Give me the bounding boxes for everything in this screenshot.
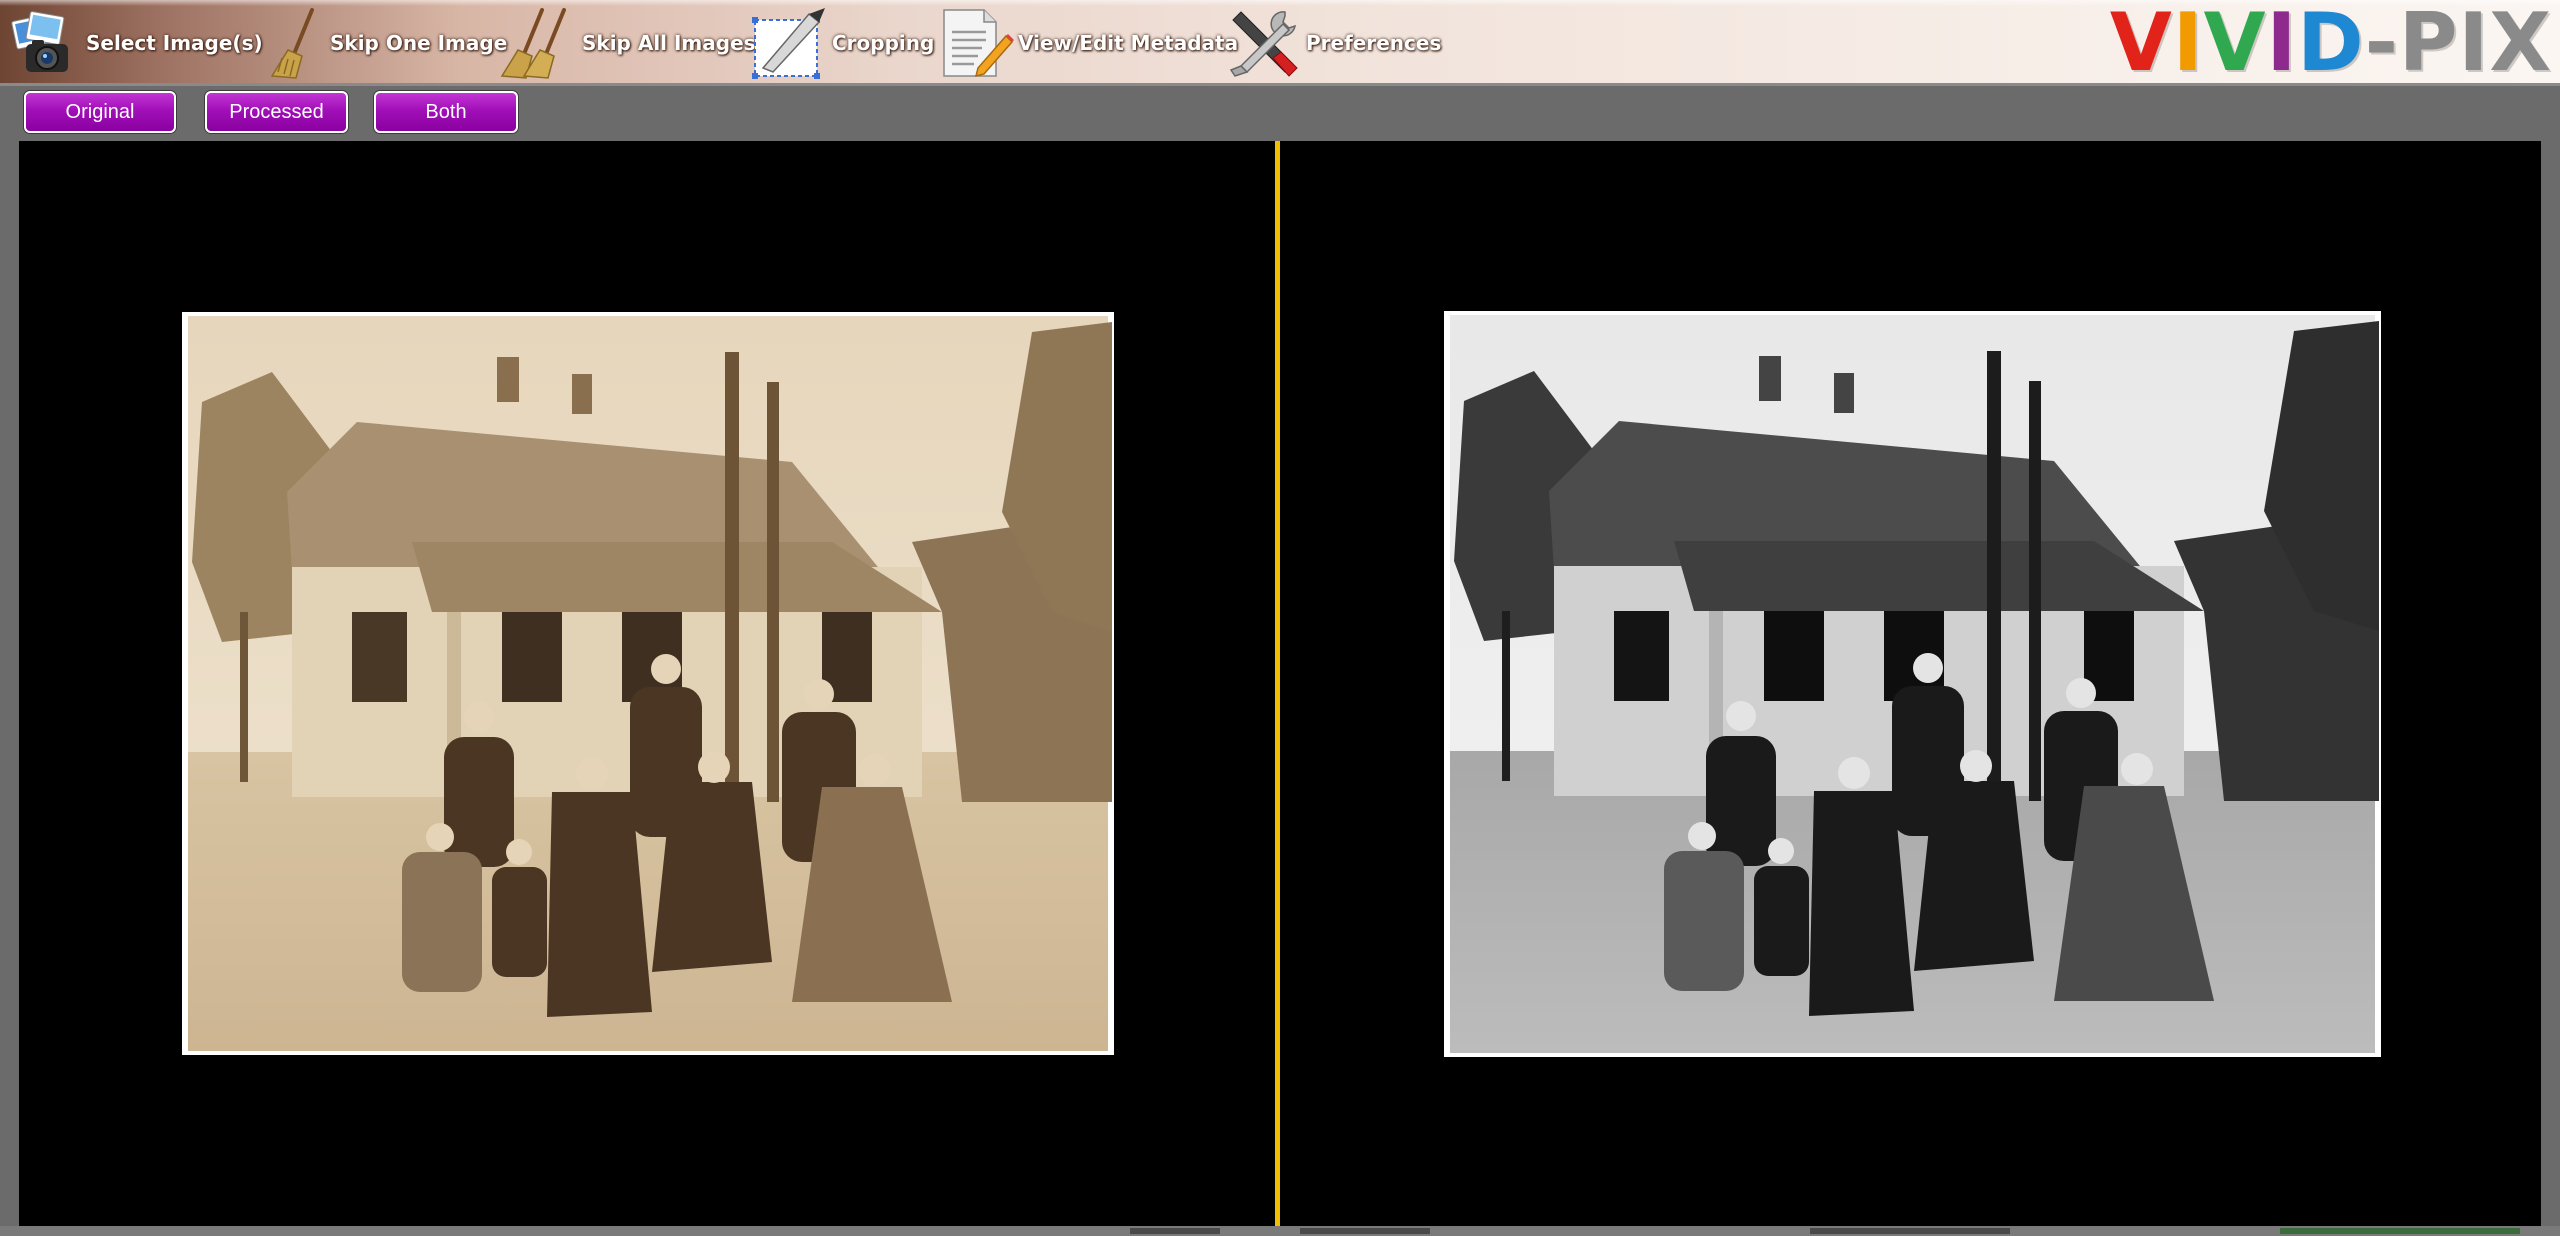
original-view-button[interactable]: Original — [24, 91, 176, 133]
logo-letter: D — [2297, 0, 2365, 89]
both-view-button[interactable]: Both — [374, 91, 518, 133]
camera-photos-icon — [6, 6, 86, 80]
view-edit-metadata-label: View/Edit Metadata — [1018, 31, 1239, 55]
double-broom-icon — [494, 6, 582, 80]
processed-view-button[interactable]: Processed — [205, 91, 348, 133]
skip-one-image-button[interactable]: Skip One Image — [262, 6, 507, 80]
crop-knife-icon — [746, 6, 832, 80]
preferences-button[interactable]: Preferences — [1220, 6, 1441, 80]
cropping-button[interactable]: Cropping — [746, 6, 934, 80]
logo-letter: X — [2489, 0, 2552, 89]
original-image-pane — [19, 141, 1275, 1226]
bottom-status-strip — [0, 1226, 2560, 1236]
wrench-screwdriver-icon — [1220, 6, 1306, 80]
status-segment — [1810, 1228, 2010, 1234]
logo-letter: I — [2172, 0, 2204, 89]
logo-letter: - — [2364, 0, 2399, 89]
processed-photo — [1444, 311, 2381, 1057]
logo-letter: V — [2109, 0, 2173, 89]
status-segment — [1130, 1228, 1220, 1234]
logo-letter: V — [2203, 0, 2267, 89]
logo-letter: I — [2458, 0, 2490, 89]
main-toolbar: Select Image(s) Skip One Image Skip All … — [0, 0, 2560, 86]
preferences-label: Preferences — [1306, 31, 1442, 55]
processed-image-pane — [1280, 141, 2541, 1226]
vivid-pix-logo: VIVID-PIX — [2110, 0, 2552, 89]
broom-icon — [262, 6, 330, 80]
skip-one-image-label: Skip One Image — [330, 31, 508, 55]
select-images-button[interactable]: Select Image(s) — [6, 6, 263, 80]
logo-letter: P — [2398, 0, 2459, 89]
status-segment — [2280, 1228, 2520, 1234]
view-mode-bar: Original Processed Both — [0, 86, 2560, 141]
view-edit-metadata-button[interactable]: View/Edit Metadata — [930, 6, 1238, 80]
skip-all-images-label: Skip All Images — [582, 31, 756, 55]
logo-letter: I — [2266, 0, 2298, 89]
skip-all-images-button[interactable]: Skip All Images — [494, 6, 756, 80]
original-photo — [182, 312, 1114, 1055]
document-pencil-icon — [930, 6, 1018, 80]
status-segment — [1300, 1228, 1430, 1234]
select-images-label: Select Image(s) — [86, 31, 263, 55]
cropping-label: Cropping — [832, 31, 935, 55]
